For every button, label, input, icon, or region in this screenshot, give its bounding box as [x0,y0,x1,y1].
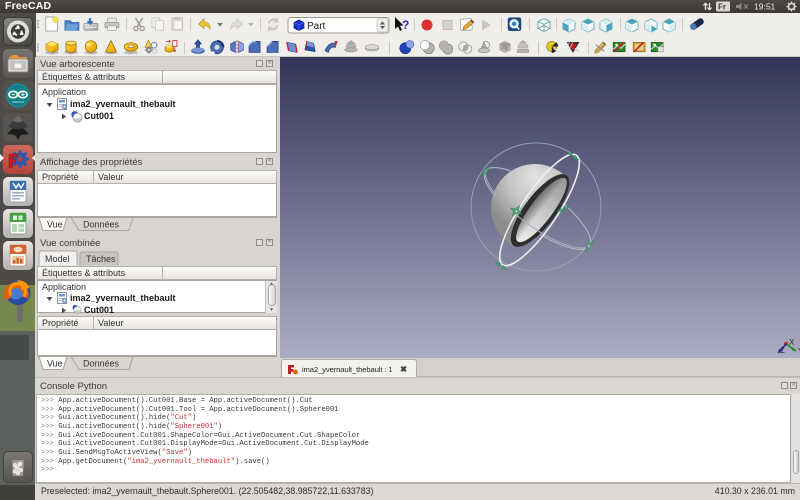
svg-text:Part: Part [307,21,326,32]
svg-text:Fr: Fr [718,3,726,12]
svg-text:19:51: 19:51 [754,2,776,12]
svg-text:?: ? [402,18,409,32]
svg-text:Vue: Vue [47,359,63,369]
svg-text:Tâches: Tâches [86,254,116,264]
svg-text:Vue: Vue [47,220,63,230]
svg-text:Z: Z [780,346,785,355]
svg-text:Données: Données [83,220,120,230]
svg-text:X: X [789,338,795,347]
svg-text:Model: Model [45,254,70,264]
svg-text:Données: Données [83,359,120,369]
